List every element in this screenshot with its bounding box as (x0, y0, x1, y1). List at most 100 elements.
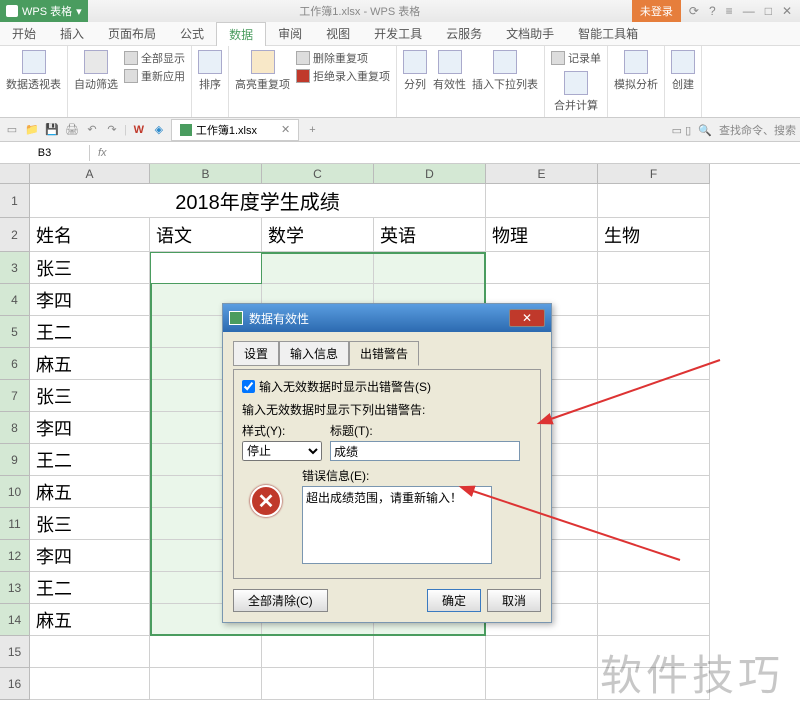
header-cell[interactable]: 英语 (374, 218, 486, 252)
login-button[interactable]: 未登录 (632, 0, 681, 22)
collapse-icon[interactable]: ▭ (672, 125, 682, 137)
qat-open-icon[interactable]: 📁 (24, 122, 40, 138)
row-header-11[interactable]: 11 (0, 508, 30, 540)
cell[interactable] (262, 636, 374, 668)
dialog-titlebar[interactable]: 数据有效性 ✕ (223, 304, 551, 332)
name-cell[interactable]: 王二 (30, 572, 150, 604)
create-group-button[interactable]: 创建 (671, 50, 695, 92)
insert-dropdown-button[interactable]: 插入下拉列表 (472, 50, 538, 92)
title-input[interactable] (330, 441, 520, 461)
menu-insert[interactable]: 插入 (48, 22, 96, 45)
tab-close-icon[interactable]: ✕ (281, 123, 290, 136)
tab-error-alert[interactable]: 出错警告 (349, 341, 419, 366)
row-header-8[interactable]: 8 (0, 412, 30, 444)
delete-dup-button[interactable]: 删除重复项 (296, 50, 390, 66)
row-header-14[interactable]: 14 (0, 604, 30, 636)
cell[interactable] (598, 508, 710, 540)
cell[interactable] (374, 636, 486, 668)
row-header-2[interactable]: 2 (0, 218, 30, 252)
header-cell[interactable]: 物理 (486, 218, 598, 252)
row-header-7[interactable]: 7 (0, 380, 30, 412)
cell[interactable] (598, 444, 710, 476)
document-tab[interactable]: 工作簿1.xlsx ✕ (171, 119, 299, 141)
consolidate-button[interactable]: 合并计算 (554, 71, 598, 113)
qat-redo-icon[interactable]: ↷ (104, 122, 120, 138)
col-header-A[interactable]: A (30, 164, 150, 184)
cell[interactable] (598, 636, 710, 668)
col-header-C[interactable]: C (262, 164, 374, 184)
text-to-columns-button[interactable]: 分列 (403, 50, 427, 92)
col-header-F[interactable]: F (598, 164, 710, 184)
row-header-10[interactable]: 10 (0, 476, 30, 508)
cell[interactable] (598, 572, 710, 604)
cell[interactable] (598, 284, 710, 316)
cell[interactable] (486, 636, 598, 668)
sort-button[interactable]: 排序 (198, 50, 222, 92)
cell[interactable] (598, 316, 710, 348)
command-search[interactable]: ▭ ▯ 🔍 查找命令、搜索 (672, 122, 796, 138)
row-header-4[interactable]: 4 (0, 284, 30, 316)
row-header-13[interactable]: 13 (0, 572, 30, 604)
maximize-icon[interactable]: □ (765, 4, 772, 18)
name-cell[interactable]: 王二 (30, 316, 150, 348)
cell[interactable] (150, 636, 262, 668)
close-icon[interactable]: ✕ (782, 4, 792, 18)
show-error-checkbox[interactable]: 输入无效数据时显示出错警告(S) (242, 378, 532, 395)
menu-review[interactable]: 审阅 (266, 22, 314, 45)
select-all-corner[interactable] (0, 164, 30, 184)
cell[interactable] (598, 252, 710, 284)
cell[interactable] (598, 540, 710, 572)
cell[interactable] (598, 380, 710, 412)
menu-cloud[interactable]: 云服务 (434, 22, 494, 45)
name-cell[interactable]: 麻五 (30, 604, 150, 636)
row-header-3[interactable]: 3 (0, 252, 30, 284)
cell[interactable] (30, 636, 150, 668)
row-header-5[interactable]: 5 (0, 316, 30, 348)
app-dropdown-icon[interactable]: ▾ (76, 5, 82, 18)
reapply-button[interactable]: 重新应用 (124, 68, 185, 84)
row-header-15[interactable]: 15 (0, 636, 30, 668)
menu-dev-tools[interactable]: 开发工具 (362, 22, 434, 45)
style-select[interactable]: 停止 (242, 441, 322, 461)
name-cell[interactable]: 张三 (30, 380, 150, 412)
cell[interactable] (486, 184, 598, 218)
cell[interactable] (598, 604, 710, 636)
options-icon[interactable]: ≡ (726, 4, 733, 18)
col-header-D[interactable]: D (374, 164, 486, 184)
fx-label[interactable]: fx (90, 147, 115, 159)
cell[interactable] (374, 668, 486, 700)
menu-page-layout[interactable]: 页面布局 (96, 22, 168, 45)
row-header-9[interactable]: 9 (0, 444, 30, 476)
pivot-table-button[interactable]: 数据透视表 (6, 50, 61, 92)
title-cell[interactable]: 2018年度学生成绩 (30, 184, 486, 218)
name-cell[interactable]: 麻五 (30, 348, 150, 380)
qat-new-icon[interactable]: ▭ (4, 122, 20, 138)
menu-data[interactable]: 数据 (216, 22, 266, 46)
cell[interactable] (598, 348, 710, 380)
dialog-close-button[interactable]: ✕ (509, 309, 545, 327)
highlight-dup-button[interactable]: 高亮重复项 (235, 50, 290, 92)
qat-undo-icon[interactable]: ↶ (84, 122, 100, 138)
ok-button[interactable]: 确定 (427, 589, 481, 612)
autofilter-button[interactable]: 自动筛选 (74, 50, 118, 92)
name-cell[interactable]: 麻五 (30, 476, 150, 508)
show-all-button[interactable]: 全部显示 (124, 50, 185, 66)
cell[interactable] (486, 252, 598, 284)
minimize-icon[interactable]: — (743, 4, 755, 18)
header-cell[interactable]: 数学 (262, 218, 374, 252)
header-cell[interactable]: 语文 (150, 218, 262, 252)
show-error-check-input[interactable] (242, 380, 255, 393)
add-tab-icon[interactable]: + (309, 124, 315, 136)
row-header-12[interactable]: 12 (0, 540, 30, 572)
wps-logo-icon[interactable]: W (131, 122, 147, 138)
cell[interactable] (598, 668, 710, 700)
header-cell[interactable]: 姓名 (30, 218, 150, 252)
validity-button[interactable]: 有效性 (433, 50, 466, 92)
col-header-B[interactable]: B (150, 164, 262, 184)
tab-input-message[interactable]: 输入信息 (279, 341, 349, 366)
col-header-E[interactable]: E (486, 164, 598, 184)
cloud-icon[interactable]: ◈ (151, 122, 167, 138)
name-cell[interactable]: 李四 (30, 284, 150, 316)
message-textarea[interactable]: 超出成绩范围，请重新输入！ (302, 486, 492, 564)
record-form-button[interactable]: 记录单 (551, 50, 601, 66)
